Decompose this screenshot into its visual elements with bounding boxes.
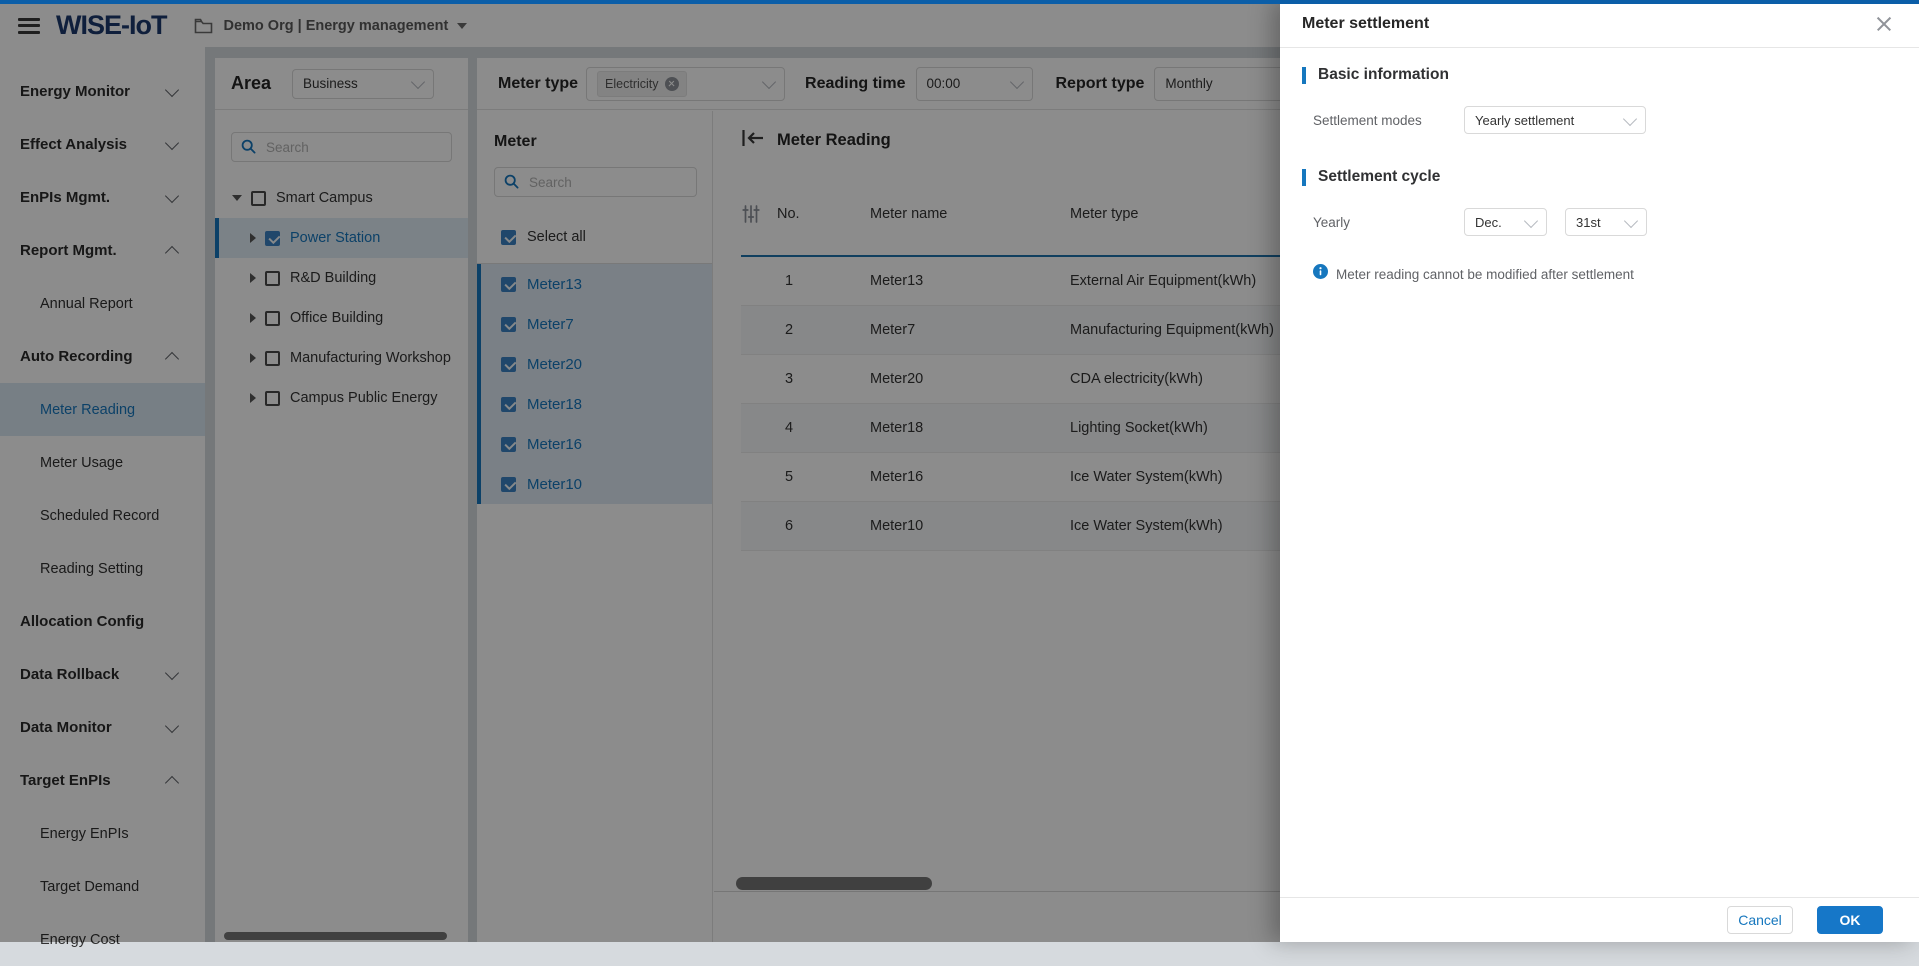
section-accent-bar — [1302, 66, 1306, 84]
settlement-cycle-section: Settlement cycle — [1302, 168, 1897, 186]
ok-button[interactable]: OK — [1817, 906, 1883, 934]
settlement-modes-label: Settlement modes — [1313, 112, 1422, 128]
section-accent-bar — [1302, 168, 1306, 186]
settlement-modes-select[interactable]: Yearly settlement — [1464, 106, 1646, 134]
chevron-down-icon — [1623, 213, 1639, 228]
chevron-down-icon — [1622, 111, 1638, 126]
modal-overlay[interactable] — [0, 0, 1280, 942]
chevron-down-icon — [1523, 213, 1539, 228]
meter-settlement-drawer: Meter settlement Basic information Settl… — [1280, 0, 1919, 942]
drawer-footer: Cancel OK — [1280, 897, 1919, 942]
settlement-month-select[interactable]: Dec. — [1464, 208, 1547, 236]
settlement-day-select[interactable]: 31st — [1565, 208, 1647, 236]
yearly-label: Yearly — [1313, 214, 1351, 230]
top-accent-strip — [0, 0, 1919, 4]
drawer-title: Meter settlement — [1302, 14, 1430, 32]
cancel-button[interactable]: Cancel — [1727, 906, 1793, 934]
close-icon[interactable] — [1875, 15, 1893, 33]
basic-information-section: Basic information — [1302, 66, 1897, 84]
info-icon — [1313, 264, 1328, 284]
settlement-note: Meter reading cannot be modified after s… — [1302, 264, 1897, 284]
